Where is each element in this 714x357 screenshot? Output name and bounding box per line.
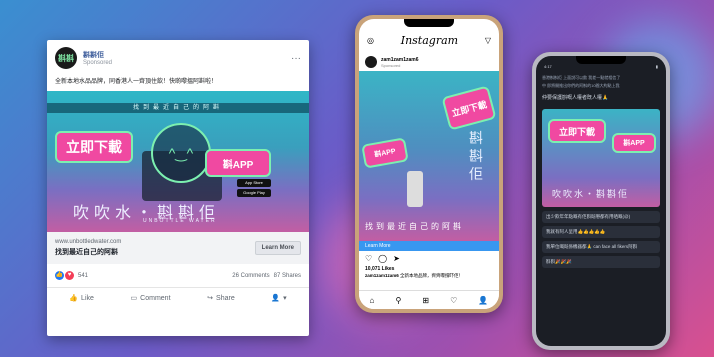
link-preview-text: www.unbottledwater.com 找到最近自己的阿斟 — [55, 239, 255, 257]
profile-icon[interactable]: 👤 — [478, 296, 488, 305]
smiley-face-icon: ^‿^ — [151, 123, 211, 183]
chat-bubble: 出少飲年年點嘅有佢斟既嘢都有用哂嘅(@) — [542, 211, 660, 223]
status-time: 4:17 — [544, 64, 552, 69]
home-icon[interactable]: ⌂ — [370, 296, 375, 305]
love-reaction-icon: ♥ — [65, 271, 74, 280]
chat-phone: 4:17 ▮ 香港斟斟佢 上面說可以飲 我差一點就相信了 中 即將開推出你們的阿… — [532, 52, 670, 350]
shared-ad-image[interactable]: 立即下載 斟APP 吹吹水・斟斟佢 — [542, 109, 660, 207]
post-text: 全新本地水品品牌，同香港人一齊頂住飲！快啲嚟搵阿斟啦！ — [55, 79, 218, 85]
like-reaction-icon: 👍 — [55, 271, 64, 280]
heart-icon[interactable]: ♡ — [365, 254, 372, 263]
person-icon: 👤 — [271, 295, 281, 302]
vertical-slogan: 斟斟佢 — [469, 130, 483, 182]
like-label: Like — [81, 294, 94, 302]
app-bubble: 斟APP — [612, 133, 656, 153]
facebook-ad-card: 斟斟 斟斟佢 Sponsored ··· 全新本地水品品牌，同香港人一齊頂住飲！… — [47, 40, 309, 336]
app-bubble: 斟APP — [361, 137, 409, 169]
dispenser-graphic — [407, 171, 423, 207]
share-label: Share — [216, 294, 235, 302]
share-count[interactable]: 87 Shares — [274, 273, 301, 279]
thumbs-up-icon: 👍 — [69, 295, 79, 302]
more-options-icon[interactable]: ··· — [291, 53, 301, 64]
post-actions: 👍 Like ▭ Comment ↪ Share 👤 ▾ — [47, 288, 309, 308]
ig-ad-image[interactable]: 立即下載 斟APP 斟斟佢 找到最近自己的阿斟 — [359, 71, 499, 241]
battery-icon: ▮ — [655, 64, 658, 69]
heart-icon[interactable]: ♡ — [450, 296, 457, 305]
download-bubble: 立即下載 — [548, 119, 606, 143]
search-icon[interactable]: ⚲ — [395, 296, 401, 305]
post-stats: 👍 ♥ 541 26 Comments 87 Shares — [47, 264, 309, 288]
account-avatar[interactable] — [365, 56, 377, 68]
link-preview[interactable]: www.unbottledwater.com 找到最近自己的阿斟 Learn M… — [47, 232, 309, 264]
download-bubble: 立即下載 — [441, 85, 497, 131]
learn-more-button[interactable]: Learn More — [254, 241, 301, 255]
phone-notch — [404, 19, 454, 27]
ad-top-bar: 找到最近自己的阿斟 — [47, 103, 309, 113]
ig-post-header[interactable]: zam1zam1zam6 Sponsored — [359, 53, 499, 71]
page-meta: 斟斟佢 Sponsored — [83, 50, 291, 66]
download-bubble: 立即下載 — [55, 131, 133, 163]
learn-more-bar[interactable]: Learn More — [359, 241, 499, 251]
ig-header: ◎ Instagram ▽ — [359, 27, 499, 53]
ad-subtitle: UNBOTTLE WATER — [143, 218, 217, 224]
chat-bubble: 斟斟🎉🎉🎉 — [542, 256, 660, 268]
chevron-down-icon: ▾ — [283, 295, 287, 302]
ig-action-icons: ♡ ◯ ➤ — [359, 251, 499, 266]
chat-screen: 4:17 ▮ 香港斟斟佢 上面說可以飲 我差一點就相信了 中 即將開推出你們的阿… — [536, 56, 666, 346]
chat-bubble: 我單位嘅既係機器都🙏 can face all fikers阿斟 — [542, 241, 660, 253]
camera-icon[interactable]: ◎ — [367, 36, 374, 45]
ad-bottom-text: 找到最近自己的阿斟 — [365, 222, 464, 231]
chat-header-line: 香港斟斟佢 上面說可以飲 我差一點就相信了 — [542, 75, 621, 80]
page-name[interactable]: 斟斟佢 — [83, 50, 291, 60]
comment-button[interactable]: ▭ Comment — [130, 294, 171, 303]
page-avatar[interactable]: 斟斟 — [55, 47, 77, 69]
instagram-screen: ◎ Instagram ▽ zam1zam1zam6 Sponsored 立即下… — [359, 19, 499, 309]
account-username[interactable]: zam1zam1zam6 — [381, 57, 419, 63]
app-store-badge: App Store — [237, 179, 271, 187]
comment-label: Comment — [140, 294, 171, 302]
like-button[interactable]: 👍 Like — [69, 294, 94, 303]
link-title: 找到最近自己的阿斟 — [55, 249, 118, 256]
chat-line: 中 即將開推出你們的阿斟的10間大約點上我 — [542, 83, 620, 88]
share-button[interactable]: ↪ Share — [207, 294, 235, 303]
ad-creative-image[interactable]: 找到最近自己的阿斟 ^‿^ 立即下載 斟APP App Store Google… — [47, 91, 309, 232]
caption-username[interactable]: zam1zam1zam6 — [365, 273, 399, 278]
send-icon[interactable]: ➤ — [393, 254, 400, 263]
caption-text: 全新本地品牌，齊齊嚟撐吓佢！ — [400, 273, 464, 278]
caption: zam1zam1zam6 全新本地品牌，齊齊嚟撐吓佢！ — [359, 272, 499, 280]
instagram-logo: Instagram — [400, 33, 459, 47]
share-icon: ↪ — [207, 295, 214, 302]
reactions[interactable]: 👍 ♥ — [55, 271, 75, 280]
ig-bottom-nav: ⌂ ⚲ ⊞ ♡ 👤 — [359, 290, 499, 309]
google-play-badge: Google Play — [237, 189, 271, 197]
background-canvas: 斟斟 斟斟佢 Sponsored ··· 全新本地水品品牌，同香港人一齊頂住飲！… — [0, 0, 714, 357]
sponsored-label: Sponsored — [381, 62, 401, 68]
reaction-count[interactable]: 541 — [78, 273, 232, 279]
chat-bubble: 我就有阿人呈用👍👍👍👍👍 — [542, 226, 660, 238]
audience-selector[interactable]: 👤 ▾ — [271, 294, 286, 302]
ad-slogan: 吹吹水・斟斟佢 — [552, 189, 630, 199]
comment-icon: ▭ — [130, 295, 138, 302]
add-post-icon[interactable]: ⊞ — [422, 296, 429, 305]
comment-count[interactable]: 26 Comments — [232, 273, 269, 279]
sponsored-label: Sponsored — [83, 60, 113, 66]
direct-message-icon[interactable]: ▽ — [485, 36, 491, 45]
fb-post-header: 斟斟 斟斟佢 Sponsored ··· — [47, 40, 309, 73]
instagram-phone: ◎ Instagram ▽ zam1zam1zam6 Sponsored 立即下… — [355, 15, 503, 313]
app-bubble: 斟APP — [205, 149, 271, 177]
ig-user-meta: zam1zam1zam6 Sponsored — [377, 57, 419, 68]
phone-notch — [576, 56, 626, 64]
link-url: www.unbottledwater.com — [55, 239, 122, 245]
comment-icon[interactable]: ◯ — [378, 254, 387, 263]
chat-question: 仲要保護斟嘅人權者既人權🙏 — [542, 95, 609, 101]
